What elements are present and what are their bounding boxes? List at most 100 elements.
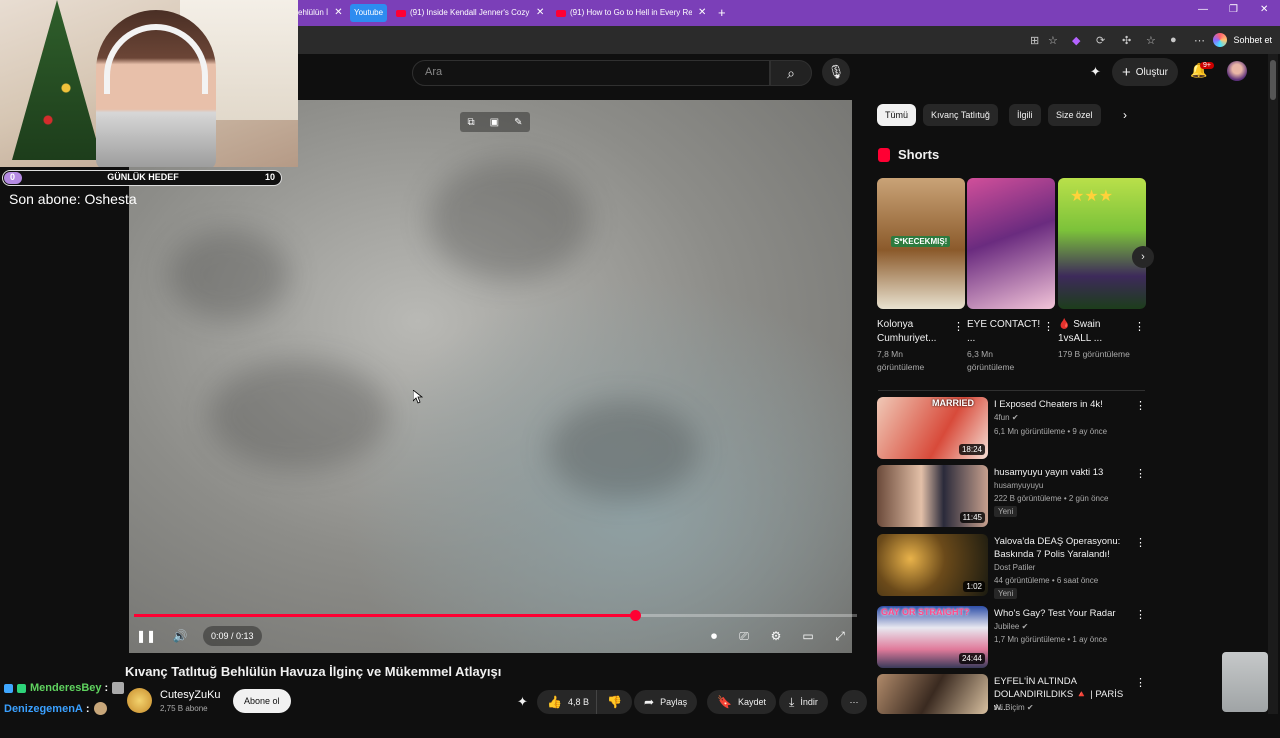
tab-youtube[interactable]: Youtube [350, 4, 388, 22]
favorite-star-icon[interactable]: ☆ [1048, 34, 1058, 47]
user-avatar[interactable] [1227, 61, 1247, 81]
create-button[interactable]: + Oluştur [1112, 58, 1178, 86]
dislike-button[interactable]: 👎 [596, 690, 632, 714]
short-title[interactable]: 🩸 Swain 1vsALL ... [1058, 318, 1132, 346]
download-button[interactable]: ⤓ İndir [779, 690, 828, 714]
channel-name[interactable]: Ali Biçim ✔ [994, 703, 1034, 712]
progress-played [134, 614, 635, 617]
video-title[interactable]: Yalova'da DEAŞ Operasyonu: Baskında 7 Po… [994, 535, 1134, 561]
subscribe-button[interactable]: Abone ol [233, 689, 291, 713]
search-input[interactable]: Ara [412, 60, 770, 86]
pause-button[interactable]: ❚❚ [135, 626, 157, 646]
video-frame-shade [209, 360, 389, 470]
sparkle-icon[interactable]: ✦ [517, 694, 528, 710]
progress-scrubber[interactable] [629, 610, 641, 621]
puzzle-icon[interactable]: ✣ [1122, 34, 1131, 47]
theater-mode-icon[interactable]: ▭ [797, 626, 819, 646]
last-subscriber: Son abone: Oshesta [9, 191, 137, 207]
chip-for-you[interactable]: Size özel [1048, 104, 1101, 126]
short-thumbnail[interactable]: S*KECEKMIŞ! [877, 178, 965, 309]
theater-icon[interactable]: ▣ [490, 117, 499, 128]
channel-name[interactable]: husamyuyuyu [994, 481, 1043, 490]
short-thumbnail[interactable] [967, 178, 1055, 309]
extension-icon[interactable]: ◆ [1072, 34, 1080, 47]
close-window-icon[interactable]: ✕ [1260, 4, 1268, 15]
channel-name[interactable]: Jubilee ✔ [994, 622, 1028, 631]
short-item[interactable]: ★★★ 🩸 Swain 1vsALL ... 179 B görüntüleme… [1058, 178, 1146, 359]
kebab-menu-icon[interactable]: ⋮ [1135, 608, 1146, 621]
shorts-next-button[interactable]: › [1132, 246, 1154, 268]
video-progress-bar[interactable] [134, 610, 857, 621]
save-button[interactable]: 🔖 Kaydet [707, 690, 776, 714]
search-button[interactable]: ⌕ [770, 60, 812, 86]
copilot-chat-button[interactable]: Sohbet et [1213, 30, 1272, 50]
kebab-menu-icon[interactable]: ⋮ [1135, 399, 1146, 412]
short-title[interactable]: Kolonya Cumhuriyet... [877, 318, 951, 346]
clip-icon[interactable]: ✎ [514, 117, 522, 128]
new-tab-button[interactable]: + [718, 4, 726, 22]
collections-icon[interactable]: ☆ [1146, 34, 1156, 47]
tab-behlulun[interactable]: ehlülün İ ✕ [298, 4, 346, 22]
voice-search-button[interactable]: 🎙 [822, 58, 850, 86]
settings-gear-icon[interactable]: ⚙ [765, 626, 787, 646]
video-title[interactable]: I Exposed Cheaters in 4k! [994, 398, 1134, 411]
close-icon[interactable]: ✕ [334, 4, 342, 22]
channel-avatar[interactable] [127, 688, 152, 713]
video-duration: 18:24 [958, 444, 985, 455]
recommended-video[interactable]: EYFEL'İN ALTINDA DOLANDIRILDIKS 🔺 | PARİ… [877, 674, 1147, 738]
scrollbar-thumb[interactable] [1270, 60, 1276, 100]
thumbnail-caption: MARRIED [932, 398, 974, 408]
minimize-icon[interactable]: — [1198, 4, 1208, 15]
profile-icon[interactable]: ● [1170, 34, 1177, 46]
close-icon[interactable]: ✕ [536, 4, 544, 22]
recommended-video[interactable]: 11:45 husamyuyu yayın vakti 13 husamyuyu… [877, 465, 1147, 529]
refresh-icon[interactable]: ⟳ [1096, 34, 1105, 47]
channel-name[interactable]: 4fun ✔ [994, 413, 1019, 422]
app-grid-icon[interactable]: ⊞ [1030, 34, 1039, 47]
share-icon: ➦ [644, 695, 655, 709]
tab-hell[interactable]: (91) How to Go to Hell in Every Re ✕ [556, 4, 708, 22]
like-button[interactable]: 👍 4,8 B [537, 690, 599, 714]
kebab-menu-icon[interactable]: ⋮ [1135, 536, 1146, 549]
kebab-menu-icon[interactable]: ⋮ [1134, 320, 1145, 333]
share-button[interactable]: ➦ Paylaş [634, 690, 698, 714]
chat-separator: : [85, 702, 90, 715]
short-thumbnail[interactable]: ★★★ [1058, 178, 1146, 309]
short-item[interactable]: S*KECEKMIŞ! Kolonya Cumhuriyet... 7,8 Mn… [877, 178, 965, 372]
chip-related[interactable]: İlgili [1009, 104, 1041, 126]
page-scrollbar[interactable] [1268, 54, 1278, 714]
video-title[interactable]: husamyuyu yayın vakti 13 [994, 466, 1134, 479]
chip-all[interactable]: Tümü [877, 104, 917, 126]
video-thumbnail[interactable] [877, 674, 988, 714]
short-item[interactable]: EYE CONTACT! ... 6,3 Mn görüntüleme ⋮ [967, 178, 1055, 372]
fullscreen-icon[interactable]: ⤢ [829, 626, 851, 646]
more-icon[interactable]: ⋯ [1194, 34, 1205, 47]
recommended-video[interactable]: GAY OR STRAIGHT? 24:44 Who's Gay? Test Y… [877, 606, 1147, 670]
christmas-tree [12, 0, 102, 160]
cast-icon[interactable]: ✦ [1090, 64, 1101, 80]
more-actions-button[interactable]: ⋯ [841, 690, 867, 714]
kebab-menu-icon[interactable]: ⋮ [1043, 320, 1054, 333]
restore-icon[interactable]: ❐ [1229, 4, 1238, 15]
subtitles-icon[interactable]: ⎚ [733, 626, 755, 646]
chevron-right-icon[interactable]: › [1123, 108, 1127, 122]
recommended-video[interactable]: MARRIED 18:24 I Exposed Cheaters in 4k! … [877, 397, 1147, 461]
video-duration: 1:02 [963, 581, 985, 592]
miniplayer-icon[interactable]: ⧉ [468, 117, 475, 128]
channel-name[interactable]: Dost Patiler [994, 563, 1035, 572]
channel-label: 4fun [994, 413, 1010, 422]
close-icon[interactable]: ✕ [698, 4, 706, 22]
tab-kendall[interactable]: (91) Inside Kendall Jenner's Cozy M ✕ [396, 4, 546, 22]
short-title[interactable]: EYE CONTACT! ... [967, 318, 1041, 346]
chip-kivanc[interactable]: Kıvanç Tatlıtuğ [923, 104, 998, 126]
kebab-menu-icon[interactable]: ⋮ [953, 320, 964, 333]
kebab-menu-icon[interactable]: ⋮ [1135, 676, 1146, 689]
kebab-menu-icon[interactable]: ⋮ [1135, 467, 1146, 480]
recommended-video[interactable]: 1:02 Yalova'da DEAŞ Operasyonu: Baskında… [877, 534, 1147, 599]
channel-name[interactable]: CutesyZuKu [160, 689, 221, 701]
channel-label: Jubilee [994, 622, 1020, 631]
video-title[interactable]: Who's Gay? Test Your Radar [994, 607, 1134, 620]
autoplay-toggle[interactable]: ⏺ [701, 626, 727, 646]
chat-badge-icon [17, 683, 26, 693]
volume-button[interactable]: 🔊 [169, 626, 191, 646]
